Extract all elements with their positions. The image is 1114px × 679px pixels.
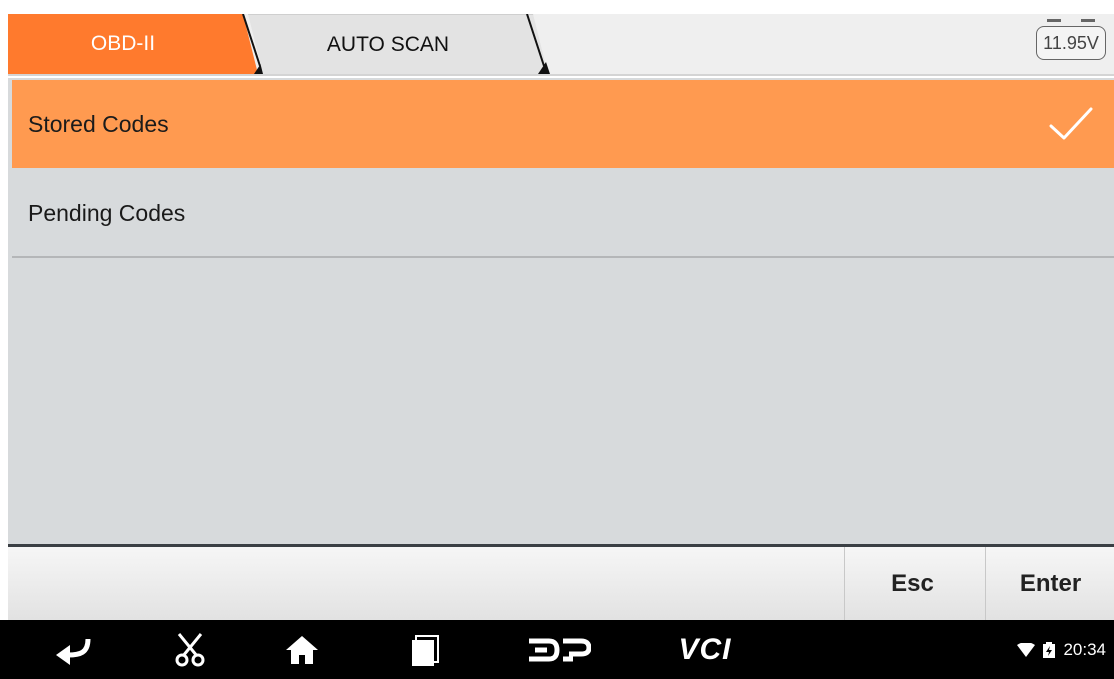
list-item-stored-codes[interactable]: Stored Codes	[12, 80, 1114, 168]
back-icon[interactable]	[44, 620, 100, 679]
esc-button-label: Esc	[891, 569, 934, 597]
clock-time: 20:34	[1063, 639, 1106, 659]
scissors-icon[interactable]	[162, 620, 218, 679]
tab-auto-scan[interactable]: AUTO SCAN	[248, 14, 548, 74]
tab-bar: OBD-II AUTO SCAN 11.95V	[8, 14, 1114, 76]
tab-divider-icon	[526, 14, 550, 74]
tab-obd-ii-label: OBD-II	[90, 32, 156, 55]
tab-auto-scan-label: AUTO SCAN	[326, 32, 450, 56]
checkmark-icon	[1049, 107, 1093, 140]
esc-button[interactable]: Esc	[844, 547, 980, 620]
menu-list: Stored Codes Pending Codes	[8, 78, 1114, 544]
status-area: 20:34	[1017, 620, 1106, 679]
dp-icon[interactable]	[524, 620, 594, 679]
home-icon[interactable]	[274, 620, 330, 679]
list-item-label: Stored Codes	[28, 110, 169, 137]
enter-button[interactable]: Enter	[985, 547, 1114, 620]
list-item-pending-codes[interactable]: Pending Codes	[12, 170, 1114, 258]
wifi-icon	[1017, 642, 1036, 657]
tab-obd-ii[interactable]: OBD-II	[8, 14, 258, 74]
recent-apps-icon[interactable]	[398, 620, 454, 679]
list-item-label: Pending Codes	[28, 199, 186, 226]
action-bar: Esc Enter	[8, 544, 1114, 620]
system-nav-bar: VCI 20:34	[0, 620, 1114, 679]
vci-icon[interactable]: VCI	[660, 620, 750, 679]
enter-button-label: Enter	[1019, 569, 1082, 597]
battery-voltage-indicator: 11.95V	[1036, 19, 1106, 60]
battery-icon	[1043, 641, 1056, 658]
vci-label: VCI	[678, 632, 732, 666]
battery-voltage: 11.95V	[1043, 32, 1099, 53]
